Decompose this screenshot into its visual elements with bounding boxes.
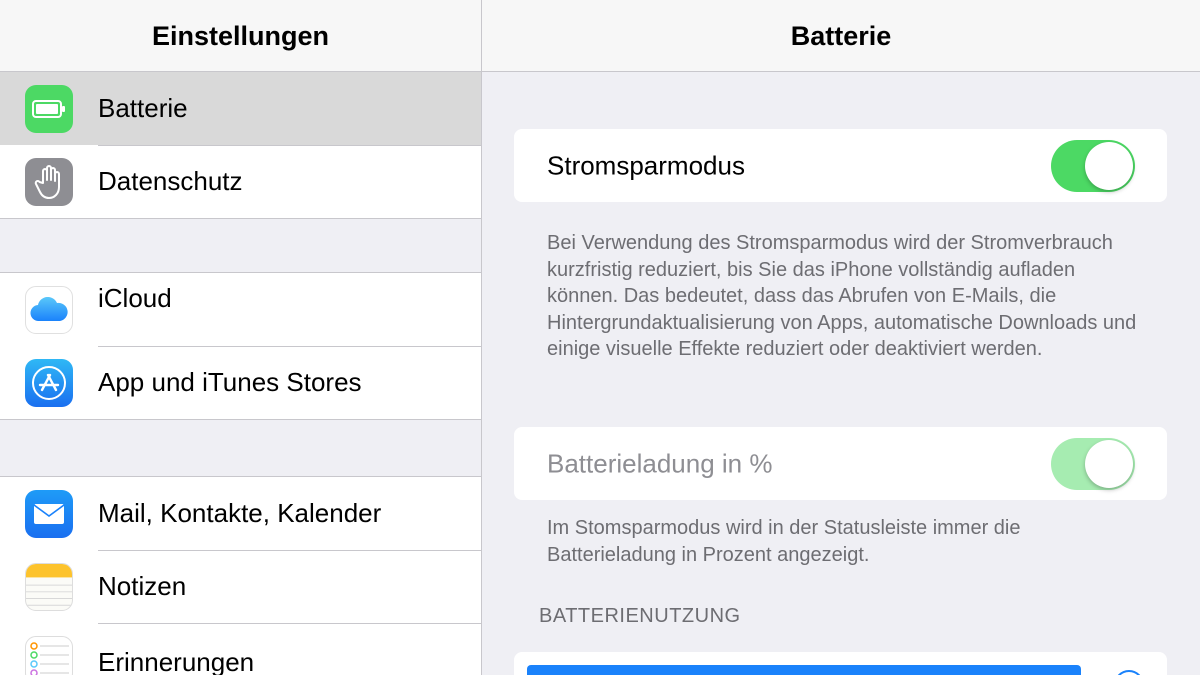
- sidebar-item-icloud[interactable]: iCloud: [0, 273, 481, 346]
- detail-header: Batterie: [482, 0, 1200, 72]
- usage-segmented-control[interactable]: [527, 665, 1081, 675]
- notes-icon: [25, 562, 73, 611]
- battery-percentage-toggle[interactable]: [1051, 437, 1135, 490]
- reminders-icon: [25, 635, 73, 675]
- sidebar-item-mail[interactable]: Mail, Kontakte, Kalender: [0, 477, 481, 550]
- info-icon[interactable]: [1114, 670, 1144, 675]
- settings-group-1: Batterie Datenschutz: [0, 71, 481, 219]
- detail-title: Batterie: [790, 21, 892, 51]
- low-power-mode-cell: Stromsparmodus: [514, 129, 1167, 202]
- battery-percentage-footer: Im Stomsparmodus wird in der Statusleist…: [547, 517, 1021, 566]
- settings-group-3: Mail, Kontakte, Kalender Notizen Erinner…: [0, 476, 481, 675]
- sidebar-item-app-store[interactable]: App und iTunes Stores: [0, 346, 481, 419]
- sidebar-item-label: Datenschutz: [98, 166, 243, 196]
- sidebar-item-label: App und iTunes Stores: [98, 367, 362, 397]
- battery-usage-section-header: BATTERIENUTZUNG: [539, 605, 741, 627]
- low-power-mode-footer: Bei Verwendung des Stromsparmodus wird d…: [547, 232, 1137, 360]
- low-power-mode-toggle[interactable]: [1051, 139, 1135, 192]
- sidebar-item-label: iCloud: [98, 283, 172, 313]
- sidebar-item-label: Notizen: [98, 571, 187, 601]
- icloud-icon: [25, 285, 73, 334]
- toggle-knob: [1085, 141, 1133, 190]
- sidebar-header: Einstellungen: [0, 0, 481, 72]
- settings-group-2: iCloud App und iTunes Stores: [0, 272, 481, 420]
- mail-icon: [25, 489, 73, 538]
- hand-icon: [25, 157, 73, 206]
- sidebar-item-batterie[interactable]: Batterie: [0, 72, 481, 145]
- sidebar-item-erinnerungen[interactable]: Erinnerungen: [0, 623, 481, 675]
- sidebar-title: Einstellungen: [151, 21, 330, 51]
- sidebar-item-label: Mail, Kontakte, Kalender: [98, 498, 382, 528]
- detail-pane: Batterie Stromsparmodus Bei Verwendung d…: [482, 0, 1200, 675]
- sidebar-item-datenschutz[interactable]: Datenschutz: [0, 145, 481, 218]
- sidebar: Einstellungen Batterie Datenschutz iClou…: [0, 0, 481, 675]
- sidebar-item-label: Batterie: [98, 93, 188, 123]
- app-store-icon: [25, 358, 73, 407]
- low-power-mode-label: Stromsparmodus: [547, 150, 745, 180]
- battery-icon: [25, 84, 73, 133]
- sidebar-item-label: Erinnerungen: [98, 647, 255, 675]
- battery-usage-cell: [514, 652, 1167, 675]
- battery-percentage-label: Batterieladung in %: [547, 448, 773, 478]
- battery-percentage-cell: Batterieladung in %: [514, 427, 1167, 500]
- sidebar-item-notizen[interactable]: Notizen: [0, 550, 481, 623]
- toggle-knob: [1085, 439, 1133, 488]
